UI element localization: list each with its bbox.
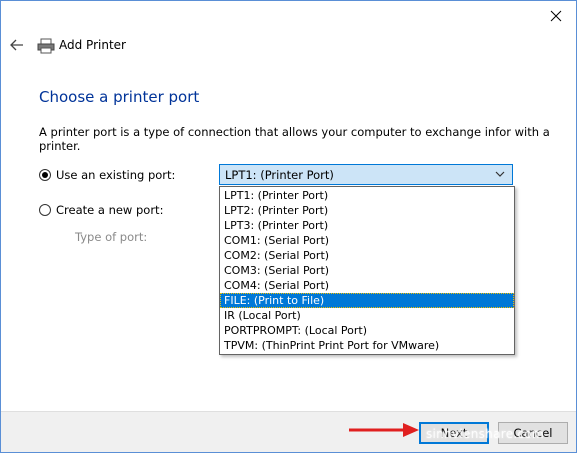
- cancel-button-label: Cancel: [513, 426, 553, 440]
- annotation-arrow-icon: [349, 423, 419, 437]
- window-title: Add Printer: [59, 38, 126, 52]
- chevron-down-icon: [495, 171, 505, 177]
- close-button[interactable]: [544, 5, 568, 27]
- use-existing-port-label: Use an existing port:: [56, 168, 176, 182]
- port-dropdown-list[interactable]: LPT1: (Printer Port) LPT2: (Printer Port)…: [219, 186, 515, 355]
- create-new-port-radio[interactable]: [39, 204, 51, 216]
- port-select-value: LPT1: (Printer Port): [225, 167, 334, 182]
- page-heading: Choose a printer port: [39, 88, 200, 106]
- port-option[interactable]: COM1: (Serial Port): [220, 233, 514, 248]
- port-option[interactable]: COM4: (Serial Port): [220, 278, 514, 293]
- port-option[interactable]: LPT2: (Printer Port): [220, 203, 514, 218]
- port-option[interactable]: TPVM: (ThinPrint Print Port for VMware): [220, 338, 514, 353]
- port-select[interactable]: LPT1: (Printer Port): [219, 164, 513, 185]
- wizard-footer: Next Cancel: [1, 411, 576, 452]
- port-option[interactable]: PORTPROMPT: (Local Port): [220, 323, 514, 338]
- create-new-port-label: Create a new port:: [56, 203, 164, 217]
- add-printer-window: Add Printer Choose a printer port A prin…: [0, 0, 577, 453]
- back-arrow-icon: [10, 39, 23, 51]
- back-button[interactable]: [7, 35, 27, 55]
- port-option[interactable]: LPT3: (Printer Port): [220, 218, 514, 233]
- port-option[interactable]: FILE: (Print to File): [220, 293, 514, 308]
- port-option[interactable]: COM3: (Serial Port): [220, 263, 514, 278]
- use-existing-port-option[interactable]: Use an existing port:: [39, 168, 175, 182]
- close-icon: [550, 10, 562, 22]
- port-option[interactable]: IR (Local Port): [220, 308, 514, 323]
- cancel-button[interactable]: Cancel: [498, 422, 568, 444]
- printer-icon: [37, 38, 55, 54]
- next-button[interactable]: Next: [419, 422, 489, 444]
- type-of-port-label: Type of port:: [75, 230, 148, 244]
- use-existing-port-radio[interactable]: [39, 169, 51, 181]
- next-button-label: Next: [440, 426, 468, 440]
- page-description: A printer port is a type of connection t…: [39, 125, 550, 153]
- port-option[interactable]: LPT1: (Printer Port): [220, 188, 514, 203]
- port-option[interactable]: COM2: (Serial Port): [220, 248, 514, 263]
- create-new-port-option[interactable]: Create a new port:: [39, 203, 163, 217]
